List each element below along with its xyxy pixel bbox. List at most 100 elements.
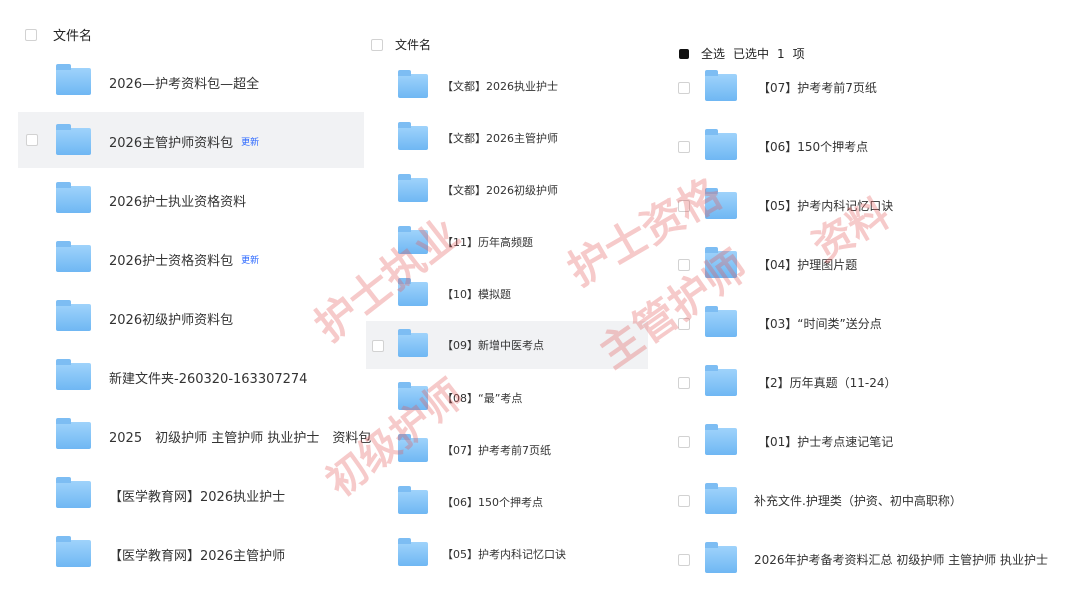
folder-icon <box>56 536 91 567</box>
list-header: 文件名 <box>371 36 431 53</box>
folder-icon <box>705 306 737 337</box>
row-checkbox[interactable] <box>26 134 38 146</box>
row-checkbox[interactable] <box>678 259 690 271</box>
folder-icon <box>398 226 428 254</box>
row-checkbox[interactable] <box>678 495 690 507</box>
list-item[interactable]: 【05】护考内科记忆口诀 <box>668 180 1080 232</box>
item-name: 2026—护考资料包—超全 <box>109 77 260 92</box>
item-name: 【文都】2026执业护士 <box>442 80 558 93</box>
folder-icon <box>398 278 428 306</box>
row-checkbox[interactable] <box>678 436 690 448</box>
list-item[interactable]: 【10】模拟题 <box>366 270 650 318</box>
folder-icon <box>398 174 428 202</box>
list-item[interactable]: 【03】“时间类”送分点 <box>668 298 1080 350</box>
folder-icon <box>398 538 428 566</box>
selected-unit: 项 <box>792 47 805 61</box>
folder-icon <box>398 382 428 410</box>
folder-icon <box>705 483 737 514</box>
column-header-filename: 文件名 <box>395 38 432 52</box>
item-name: 【07】护考考前7页纸 <box>758 81 877 95</box>
item-name: 2026主管护师资料包 <box>109 136 234 151</box>
item-name: 【07】护考考前7页纸 <box>442 444 551 457</box>
row-checkbox[interactable] <box>678 377 690 389</box>
item-name: 【06】150个押考点 <box>442 496 543 509</box>
select-all-checkbox[interactable] <box>679 48 689 59</box>
item-name: 新建文件夹-260320-163307274 <box>109 372 308 387</box>
list-item[interactable]: 【文都】2026主管护师 <box>366 114 650 162</box>
list-item[interactable]: 【05】护考内科记忆口诀 <box>366 530 650 578</box>
folder-icon <box>56 241 91 272</box>
list-item[interactable]: 2025 初级护师 主管护师 执业护士 资料包 <box>0 406 372 464</box>
item-name: 【06】150个押考点 <box>758 140 869 154</box>
row-checkbox[interactable] <box>372 340 384 352</box>
item-name: 【01】护士考点速记笔记 <box>758 435 894 449</box>
list-item[interactable]: 【04】护理图片题 <box>668 239 1080 291</box>
item-name: 【08】“最”考点 <box>442 392 523 405</box>
list-header: 文件名 <box>25 25 92 44</box>
folder-icon <box>56 124 91 155</box>
selected-count: 1 <box>777 46 785 61</box>
list-item[interactable]: 【06】150个押考点 <box>366 478 650 526</box>
folder-icon <box>705 188 737 219</box>
list-item[interactable]: 【2】历年真题（11-24） <box>668 357 1080 409</box>
item-name: 【医学教育网】2026主管护师 <box>109 549 286 564</box>
list-item[interactable]: 2026年护考备考资料汇总 初级护师 主管护师 执业护士 <box>668 534 1080 586</box>
row-checkbox[interactable] <box>678 554 690 566</box>
list-item[interactable]: 2026初级护师资料包 <box>0 288 370 346</box>
column-header-filename: 文件名 <box>53 29 93 44</box>
item-name: 【04】护理图片题 <box>758 258 858 272</box>
list-item-selected[interactable]: 2026主管护师资料包 更新 <box>18 112 364 168</box>
list-item[interactable]: 【01】护士考点速记笔记 <box>668 416 1080 468</box>
selected-label: 已选中 <box>733 47 770 61</box>
item-name: 【文都】2026初级护师 <box>442 184 558 197</box>
list-item[interactable]: 补充文件.护理类（护资、初中高职称） <box>668 475 1080 527</box>
list-item[interactable]: 2026护士资格资料包 更新 <box>0 229 370 287</box>
folder-icon <box>398 434 428 462</box>
list-item[interactable]: 2026护士执业资格资料 <box>0 170 370 228</box>
selection-header: 全选 已选中 1 项 <box>679 45 805 62</box>
list-item[interactable]: 【08】“最”考点 <box>366 374 650 422</box>
item-name: 【03】“时间类”送分点 <box>758 317 882 331</box>
list-item[interactable]: 【11】历年高频题 <box>366 218 650 266</box>
list-item[interactable]: 【文都】2026初级护师 <box>366 166 650 214</box>
row-checkbox[interactable] <box>678 82 690 94</box>
list-item[interactable]: 【07】护考考前7页纸 <box>366 426 650 474</box>
row-checkbox[interactable] <box>678 318 690 330</box>
select-all-checkbox[interactable] <box>25 28 37 41</box>
folder-icon <box>705 70 737 101</box>
update-badge: 更新 <box>241 138 260 148</box>
file-list-panel-2: 文件名 【文都】2026执业护士 【文都】2026主管护师 【文都】2026初级… <box>366 0 650 596</box>
folder-icon <box>705 365 737 396</box>
update-badge: 更新 <box>241 256 260 266</box>
item-name: 2025 初级护师 主管护师 执业护士 资料包 <box>109 431 372 446</box>
folder-icon <box>705 247 737 278</box>
item-name: 2026护士资格资料包 <box>109 254 234 269</box>
list-item-selected[interactable]: 【09】新增中医考点 <box>366 321 648 369</box>
list-item[interactable]: 新建文件夹-260320-163307274 <box>0 347 370 405</box>
item-name: 【05】护考内科记忆口诀 <box>442 548 566 561</box>
folder-icon <box>56 182 91 213</box>
item-name: 【10】模拟题 <box>442 288 511 301</box>
item-name: 补充文件.护理类（护资、初中高职称） <box>754 494 962 508</box>
folder-icon <box>56 477 91 508</box>
folder-icon <box>56 418 91 449</box>
list-item[interactable]: 【07】护考考前7页纸 <box>668 62 1080 114</box>
item-name: 【09】新增中医考点 <box>442 339 544 352</box>
folder-icon <box>705 542 737 573</box>
item-name: 2026初级护师资料包 <box>109 313 234 328</box>
select-all-label[interactable]: 全选 <box>701 45 725 62</box>
item-name: 2026年护考备考资料汇总 初级护师 主管护师 执业护士 <box>754 553 1048 567</box>
row-checkbox[interactable] <box>678 141 690 153</box>
select-all-checkbox[interactable] <box>371 38 383 51</box>
list-item[interactable]: 【文都】2026执业护士 <box>366 62 650 110</box>
item-name: 【2】历年真题（11-24） <box>758 376 897 390</box>
folder-icon <box>56 64 91 95</box>
list-item[interactable]: 【06】150个押考点 <box>668 121 1080 173</box>
list-item[interactable]: 【医学教育网】2026执业护士 <box>0 465 370 523</box>
row-checkbox[interactable] <box>678 200 690 212</box>
list-item[interactable]: 2026—护考资料包—超全 <box>0 52 370 110</box>
list-item[interactable]: 【医学教育网】2026主管护师 <box>0 524 370 582</box>
folder-icon <box>398 122 428 150</box>
file-list-panel-1: 文件名 2026—护考资料包—超全 2026主管护师资料包 更新 2026护士执业… <box>0 0 372 596</box>
item-name: 【文都】2026主管护师 <box>442 132 558 145</box>
